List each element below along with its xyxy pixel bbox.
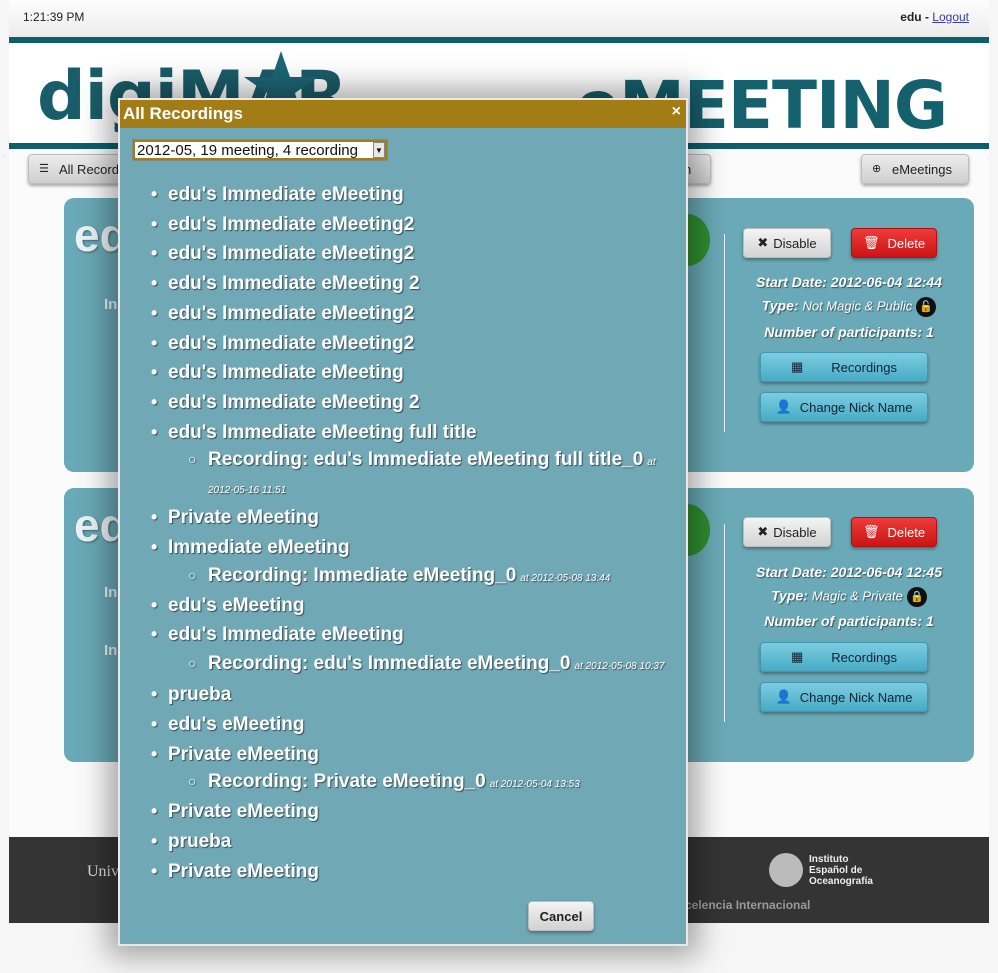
month-select[interactable]: 2012-05, 19 meeting, 4 recording ▼ bbox=[132, 139, 388, 161]
recording-date: at 2012-05-08 13:44 bbox=[520, 572, 611, 584]
recording-title: Recording: edu's Immediate eMeeting_0 bbox=[208, 653, 571, 675]
meeting-list-item: Private eMeeting bbox=[148, 740, 678, 770]
start-date: Start Date: 2012-06-04 12:44 bbox=[756, 274, 942, 290]
recording-title: Recording: Private eMeeting_0 bbox=[208, 771, 486, 793]
delete-label: Delete bbox=[887, 524, 926, 540]
meeting-list-item: prueba bbox=[148, 827, 678, 857]
recordings-label: Recordings bbox=[831, 649, 898, 665]
x-icon: ✖ bbox=[757, 524, 769, 539]
recording-item[interactable]: Recording: Private eMeeting_0at 2012-05-… bbox=[148, 769, 678, 797]
trash-icon: 🗑 bbox=[862, 235, 880, 250]
dialog-title: All Recordings bbox=[123, 104, 243, 123]
change-nick-label: Change Nick Name bbox=[799, 689, 913, 705]
disable-button[interactable]: ✖ Disable bbox=[743, 228, 831, 258]
ieo-line-2: Español de bbox=[809, 864, 863, 876]
emeetings-nav-button[interactable]: ⊕ eMeetings bbox=[861, 154, 969, 184]
ieo-line-1: Instituto bbox=[809, 853, 849, 865]
meeting-card-side-label: In bbox=[104, 296, 118, 313]
close-icon[interactable]: × bbox=[672, 103, 681, 121]
emeetings-nav-label: eMeetings bbox=[892, 161, 952, 177]
meeting-list-item: edu's eMeeting bbox=[148, 710, 678, 740]
meeting-list-item: edu's Immediate eMeeting bbox=[148, 180, 678, 210]
meeting-list-item: edu's Immediate eMeeting 2 bbox=[148, 269, 678, 299]
excelencia-text: celencia Internacional bbox=[685, 898, 811, 912]
recordings-list: edu's Immediate eMeetingedu's Immediate … bbox=[148, 180, 678, 886]
lock-icon: 🔒 bbox=[906, 587, 927, 607]
user-icon: 👤 bbox=[775, 689, 792, 704]
unlock-icon: 🔓 bbox=[916, 297, 937, 317]
recording-item[interactable]: Recording: edu's Immediate eMeeting_0at … bbox=[148, 650, 678, 680]
disable-button[interactable]: ✖ Disable bbox=[743, 517, 831, 547]
meeting-list-item: edu's eMeeting bbox=[148, 591, 678, 621]
x-icon: ✖ bbox=[757, 235, 769, 250]
recording-date: at 2012-05-04 13:53 bbox=[489, 779, 580, 791]
top-status-bar: 1:21:39 PM edu - Logout bbox=[9, 0, 989, 37]
meeting-list-item: edu's Immediate eMeeting2 bbox=[148, 299, 678, 329]
user-area: edu - Logout bbox=[900, 10, 969, 24]
user-separator: - bbox=[921, 10, 933, 24]
recordings-button[interactable]: ▦ Recordings bbox=[760, 352, 928, 382]
ieo-emblem-icon bbox=[769, 853, 803, 887]
cancel-button[interactable]: Cancel bbox=[528, 901, 594, 931]
start-date: Start Date: 2012-06-04 12:45 bbox=[756, 564, 942, 580]
change-nick-button[interactable]: 👤 Change Nick Name bbox=[760, 682, 928, 712]
delete-button[interactable]: 🗑 Delete bbox=[851, 517, 937, 547]
meeting-list-item: Private eMeeting bbox=[148, 797, 678, 827]
username: edu bbox=[900, 10, 922, 24]
meeting-list-item: edu's Immediate eMeeting2 bbox=[148, 239, 678, 269]
month-select-value: 2012-05, 19 meeting, 4 recording bbox=[137, 142, 358, 159]
meeting-type: Type: Not Magic & Public 🔓 bbox=[724, 297, 974, 317]
meeting-list-item: edu's Immediate eMeeting2 bbox=[148, 210, 678, 240]
film-icon: ▦ bbox=[790, 649, 804, 664]
page: 1:21:39 PM edu - Logout digiMAR eMEETING… bbox=[0, 0, 998, 973]
list-icon: ☰ bbox=[39, 163, 49, 175]
meeting-list-item: Private eMeeting bbox=[148, 857, 678, 887]
meeting-list-item: edu's Immediate eMeeting bbox=[148, 620, 678, 650]
film-icon: ▦ bbox=[790, 359, 804, 374]
recording-date: at 2012-05-08 10:37 bbox=[574, 661, 665, 673]
meeting-list-item: prueba bbox=[148, 680, 678, 710]
recording-title: Recording: edu's Immediate eMeeting full… bbox=[208, 449, 644, 471]
delete-label: Delete bbox=[887, 235, 926, 251]
participants: Number of participants: 1 bbox=[764, 324, 934, 340]
meeting-list-item: Immediate eMeeting bbox=[148, 533, 678, 563]
meeting-list-item: Private eMeeting bbox=[148, 503, 678, 533]
trash-icon: 🗑 bbox=[862, 524, 880, 539]
user-icon: 👤 bbox=[775, 399, 792, 414]
recording-item[interactable]: Recording: Immediate eMeeting_0at 2012-0… bbox=[148, 563, 678, 591]
change-nick-button[interactable]: 👤 Change Nick Name bbox=[760, 392, 928, 422]
delete-button[interactable]: 🗑 Delete bbox=[851, 228, 937, 258]
meeting-card-side-label: In bbox=[104, 584, 118, 601]
disable-label: Disable bbox=[773, 524, 817, 540]
meeting-list-item: edu's Immediate eMeeting full title bbox=[148, 418, 678, 448]
university-logo-text: Univ bbox=[87, 863, 119, 880]
plus-circle-icon: ⊕ bbox=[872, 163, 882, 175]
meeting-list-item: edu's Immediate eMeeting 2 bbox=[148, 388, 678, 418]
recording-title: Recording: Immediate eMeeting_0 bbox=[208, 564, 517, 586]
change-nick-label: Change Nick Name bbox=[799, 399, 913, 415]
meeting-list-item: edu's Immediate eMeeting bbox=[148, 358, 678, 388]
all-recordings-dialog: All Recordings × 2012-05, 19 meeting, 4 … bbox=[118, 98, 688, 946]
logout-link[interactable]: Logout bbox=[932, 10, 969, 24]
meeting-card-side-label-2: In bbox=[104, 642, 118, 659]
participants: Number of participants: 1 bbox=[764, 613, 934, 629]
recording-item[interactable]: Recording: edu's Immediate eMeeting full… bbox=[148, 447, 678, 503]
meeting-type: Type: Magic & Private 🔒 bbox=[724, 587, 974, 607]
clock: 1:21:39 PM bbox=[23, 10, 85, 24]
ieo-line-3: Oceanografía bbox=[809, 875, 873, 887]
meeting-list-item: edu's Immediate eMeeting2 bbox=[148, 329, 678, 359]
dialog-titlebar: All Recordings × bbox=[120, 100, 686, 128]
recordings-button[interactable]: ▦ Recordings bbox=[760, 642, 928, 672]
recordings-label: Recordings bbox=[831, 359, 898, 375]
disable-label: Disable bbox=[773, 235, 817, 251]
ieo-logo: Instituto Español de Oceanografía bbox=[769, 853, 873, 887]
chevron-down-icon: ▼ bbox=[373, 142, 385, 158]
